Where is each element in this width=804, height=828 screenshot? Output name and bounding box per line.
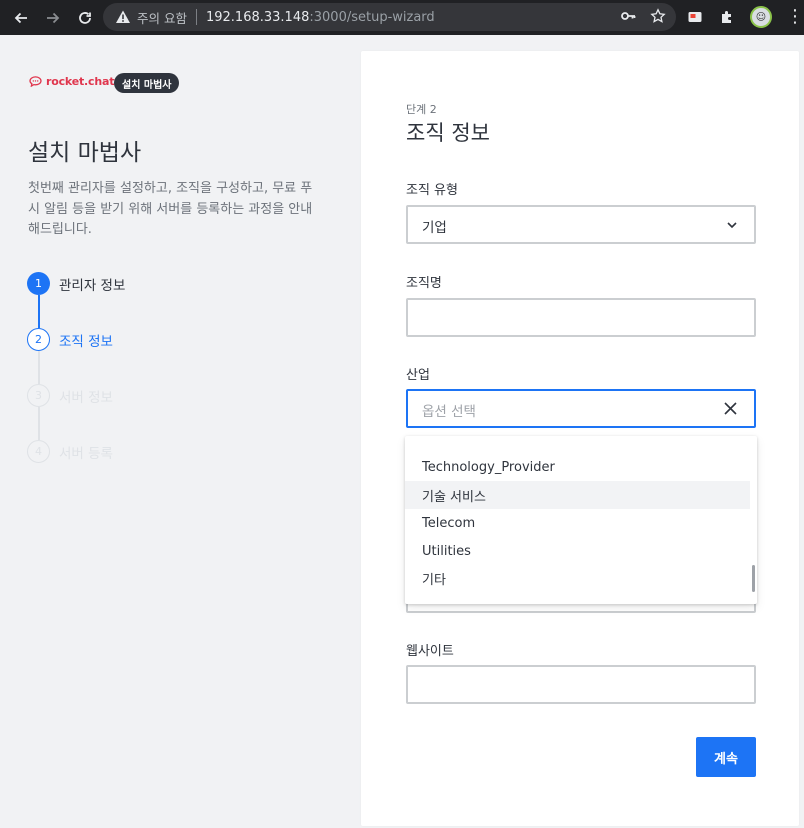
close-icon[interactable]	[723, 401, 738, 416]
rocketchat-logo: rocket.chat	[29, 75, 114, 88]
website-input[interactable]	[406, 665, 756, 704]
form-title: 조직 정보	[406, 121, 490, 145]
address-bar[interactable]: 주의 요함 192.168.33.148:3000/setup-wizard	[103, 3, 676, 31]
omnibox-divider	[195, 9, 197, 25]
key-icon[interactable]	[620, 8, 636, 24]
step-admin-info: 1 관리자 정보	[27, 272, 125, 295]
step-label: 서버 등록	[59, 445, 113, 462]
dropdown-scrollbar[interactable]	[752, 565, 755, 592]
industry-select[interactable]: 옵션 선택	[406, 389, 756, 428]
step-number: 4	[27, 440, 50, 463]
org-name-input[interactable]	[406, 298, 756, 337]
browser-toolbar: 주의 요함 192.168.33.148:3000/setup-wizard ☺…	[0, 0, 804, 35]
security-warning[interactable]: 주의 요함	[137, 8, 187, 27]
dropdown-option[interactable]: Technology_Provider	[405, 453, 750, 481]
step-server-info: 3 서버 정보	[27, 384, 113, 407]
org-type-label: 조직 유형	[406, 183, 458, 198]
logo-text: rocket.chat	[46, 75, 115, 88]
dropdown-option[interactable]: 기술 서비스	[405, 481, 750, 509]
continue-button[interactable]: 계속	[696, 737, 756, 777]
step-number: 2	[27, 328, 50, 351]
star-icon[interactable]	[650, 8, 666, 24]
forward-icon[interactable]	[39, 4, 67, 32]
dropdown-option[interactable]: Telecom	[405, 509, 750, 537]
step-number: 1	[27, 272, 50, 295]
org-type-value: 기업	[422, 220, 447, 236]
page-description: 첫번째 관리자를 설정하고, 조직을 구성하고, 무료 푸시 알림 등을 받기 …	[28, 181, 313, 237]
step-number: 3	[27, 384, 50, 407]
industry-label: 산업	[406, 368, 430, 383]
extension-screen-icon[interactable]	[686, 8, 704, 26]
warning-icon[interactable]	[115, 9, 131, 25]
url-path: :3000/setup-wizard	[309, 9, 435, 25]
website-label: 웹사이트	[406, 644, 454, 659]
industry-dropdown: Technology_Provider 기술 서비스 Telecom Utili…	[405, 436, 757, 604]
step-org-info: 2 조직 정보	[27, 328, 113, 351]
stepper-line	[38, 407, 40, 440]
reload-icon[interactable]	[71, 4, 99, 32]
dropdown-option[interactable]: Utilities	[405, 537, 750, 565]
org-type-select[interactable]: 기업	[406, 205, 756, 244]
step-indicator: 단계 2	[406, 103, 437, 116]
dropdown-option[interactable]: 기타	[405, 564, 750, 592]
step-label: 조직 정보	[59, 333, 113, 350]
industry-placeholder: 옵션 선택	[422, 404, 476, 420]
puzzle-icon[interactable]	[718, 8, 736, 26]
page-title: 설치 마법사	[28, 140, 142, 166]
chevron-down-icon	[727, 222, 737, 229]
stepper-line	[38, 295, 40, 328]
profile-avatar[interactable]: ☺	[750, 6, 772, 28]
step-label: 서버 정보	[59, 389, 113, 406]
menu-kebab-icon[interactable]: ⋮	[786, 8, 804, 26]
url-host: 192.168.33.148	[205, 9, 310, 25]
stepper-line	[38, 351, 40, 384]
org-name-label: 조직명	[406, 276, 442, 291]
setup-wizard-badge: 설치 마법사	[114, 73, 180, 93]
step-register-server: 4 서버 등록	[27, 440, 113, 463]
rocketchat-logo-icon	[29, 76, 42, 87]
back-icon[interactable]	[7, 4, 35, 32]
step-label: 관리자 정보	[59, 277, 126, 294]
